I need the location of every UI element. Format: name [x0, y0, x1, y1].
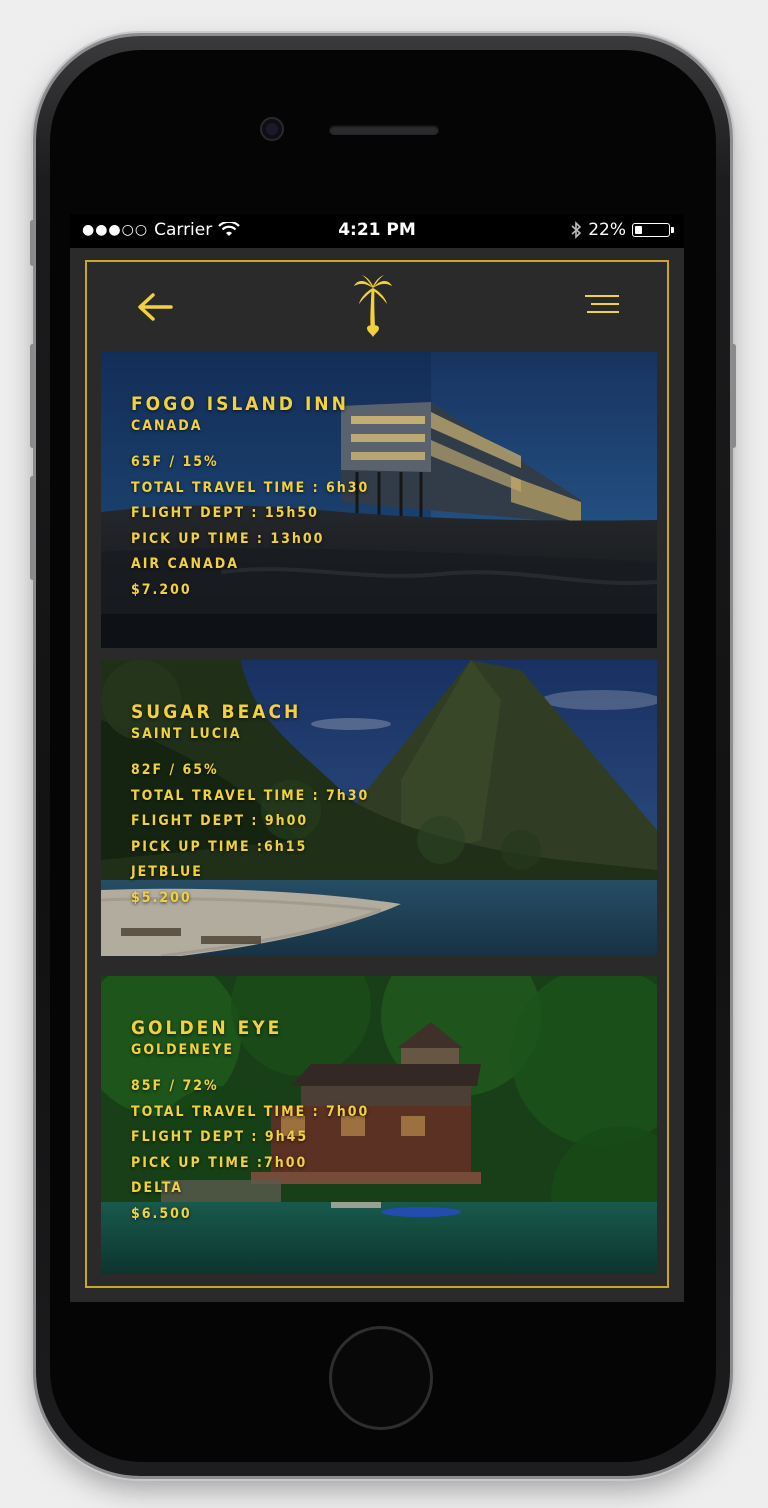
battery-icon — [632, 223, 674, 237]
card-travel-time: TOTAL TRAVEL TIME : 6h30 — [131, 479, 370, 496]
card-travel-time: TOTAL TRAVEL TIME : 7h30 — [131, 787, 370, 804]
status-bar: ●●●○○ Carrier 4:21 PM 22% — [70, 214, 684, 248]
card-location: SAINT LUCIA — [131, 726, 242, 742]
app-screen: ●●●○○ Carrier 4:21 PM 22% FOGO ISLAND IN… — [70, 214, 684, 1302]
card-weather: 85F / 72% — [131, 1078, 219, 1094]
palm-tree-icon — [354, 275, 392, 337]
destination-card-golden-eye[interactable]: GOLDEN EYE GOLDENEYE 85F / 72% TOTAL TRA… — [101, 976, 657, 1274]
card-price: $6.500 — [131, 1205, 192, 1222]
destination-card-sugar-beach[interactable]: SUGAR BEACH SAINT LUCIA 82F / 65% TOTAL … — [101, 660, 657, 956]
destination-card-fogo-island-inn[interactable]: FOGO ISLAND INN CANADA 65F / 15% TOTAL T… — [101, 352, 657, 648]
card-travel-time: TOTAL TRAVEL TIME : 7h00 — [131, 1103, 370, 1120]
card-pickup-time: PICK UP TIME : 13h00 — [131, 530, 325, 547]
front-camera — [262, 119, 282, 139]
bluetooth-icon — [571, 221, 582, 239]
volume-up-button — [30, 344, 35, 448]
home-button[interactable] — [329, 1326, 433, 1430]
app-header — [87, 262, 667, 352]
hamburger-menu-icon[interactable] — [583, 292, 621, 316]
card-title: FOGO ISLAND INN — [131, 393, 349, 415]
arrow-left-icon[interactable] — [135, 290, 175, 324]
card-location: GOLDENEYE — [131, 1042, 235, 1058]
card-title: SUGAR BEACH — [131, 701, 302, 723]
card-location: CANADA — [131, 418, 203, 434]
earpiece-speaker — [329, 125, 439, 135]
card-title: GOLDEN EYE — [131, 1017, 283, 1039]
card-flight-dept: FLIGHT DEPT : 15h50 — [131, 505, 319, 521]
content-frame: FOGO ISLAND INN CANADA 65F / 15% TOTAL T… — [85, 260, 669, 1288]
mute-switch — [30, 220, 35, 266]
card-flight-dept: FLIGHT DEPT : 9h00 — [131, 813, 309, 829]
card-pickup-time: PICK UP TIME :6h15 — [131, 838, 308, 855]
card-weather: 82F / 65% — [131, 762, 219, 778]
card-flight-dept: FLIGHT DEPT : 9h45 — [131, 1129, 309, 1145]
card-price: $5.200 — [131, 889, 192, 906]
card-airline: AIR CANADA — [131, 556, 239, 572]
card-airline: DELTA — [131, 1180, 184, 1196]
card-price: $7.200 — [131, 581, 192, 598]
volume-down-button — [30, 476, 35, 580]
card-pickup-time: PICK UP TIME :7h00 — [131, 1154, 308, 1171]
card-airline: JETBLUE — [131, 864, 203, 880]
battery-percent: 22% — [588, 220, 626, 240]
battery-fill — [635, 226, 642, 234]
power-button — [731, 344, 736, 448]
card-weather: 65F / 15% — [131, 454, 219, 470]
